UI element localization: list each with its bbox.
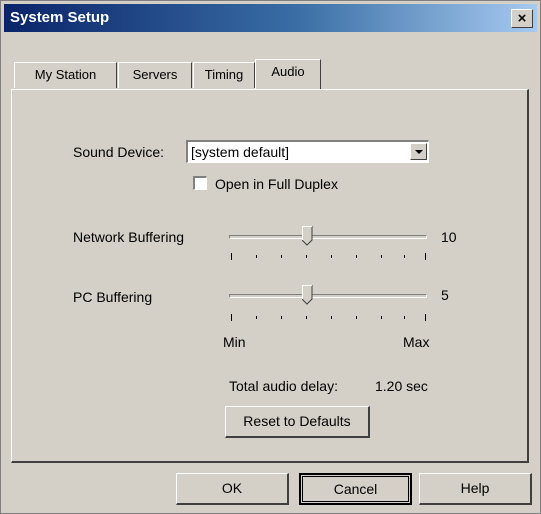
cancel-button[interactable]: Cancel [299,473,412,505]
network-buffering-track[interactable] [229,235,427,239]
tab-servers[interactable]: Servers [118,62,192,88]
pc-buffering-slider-thumb[interactable] [302,285,313,305]
sound-device-select[interactable]: [system default] [186,140,429,163]
network-buffering-label: Network Buffering [73,229,185,245]
tab-my-station[interactable]: My Station [14,62,117,88]
scale-min-label: Min [223,334,246,350]
tab-audio[interactable]: Audio [255,59,321,89]
close-button[interactable]: × [511,9,533,28]
full-duplex-checkbox[interactable] [193,176,207,190]
title-bar[interactable]: System Setup × [4,4,537,32]
total-audio-delay-value: 1.20 sec [375,378,428,394]
system-setup-dialog: System Setup × My Station Servers Timing… [0,0,541,514]
sound-device-label: Sound Device: [73,144,165,160]
network-buffering-value: 10 [441,229,457,245]
network-buffering-slider-thumb[interactable] [302,226,313,246]
scale-max-label: Max [403,334,430,350]
full-duplex-label[interactable]: Open in Full Duplex [215,176,338,192]
reset-to-defaults-button[interactable]: Reset to Defaults [225,406,370,438]
pc-buffering-value: 5 [441,287,449,303]
total-audio-delay-label: Total audio delay: [229,378,338,394]
sound-device-value: [system default] [191,144,290,160]
pc-buffering-track[interactable] [229,294,427,298]
chevron-down-icon[interactable] [410,143,427,160]
pc-buffering-label: PC Buffering [73,289,153,305]
help-button[interactable]: Help [419,473,532,505]
tab-timing[interactable]: Timing [193,62,255,88]
ok-button[interactable]: OK [176,473,289,505]
window-title: System Setup [10,9,110,26]
